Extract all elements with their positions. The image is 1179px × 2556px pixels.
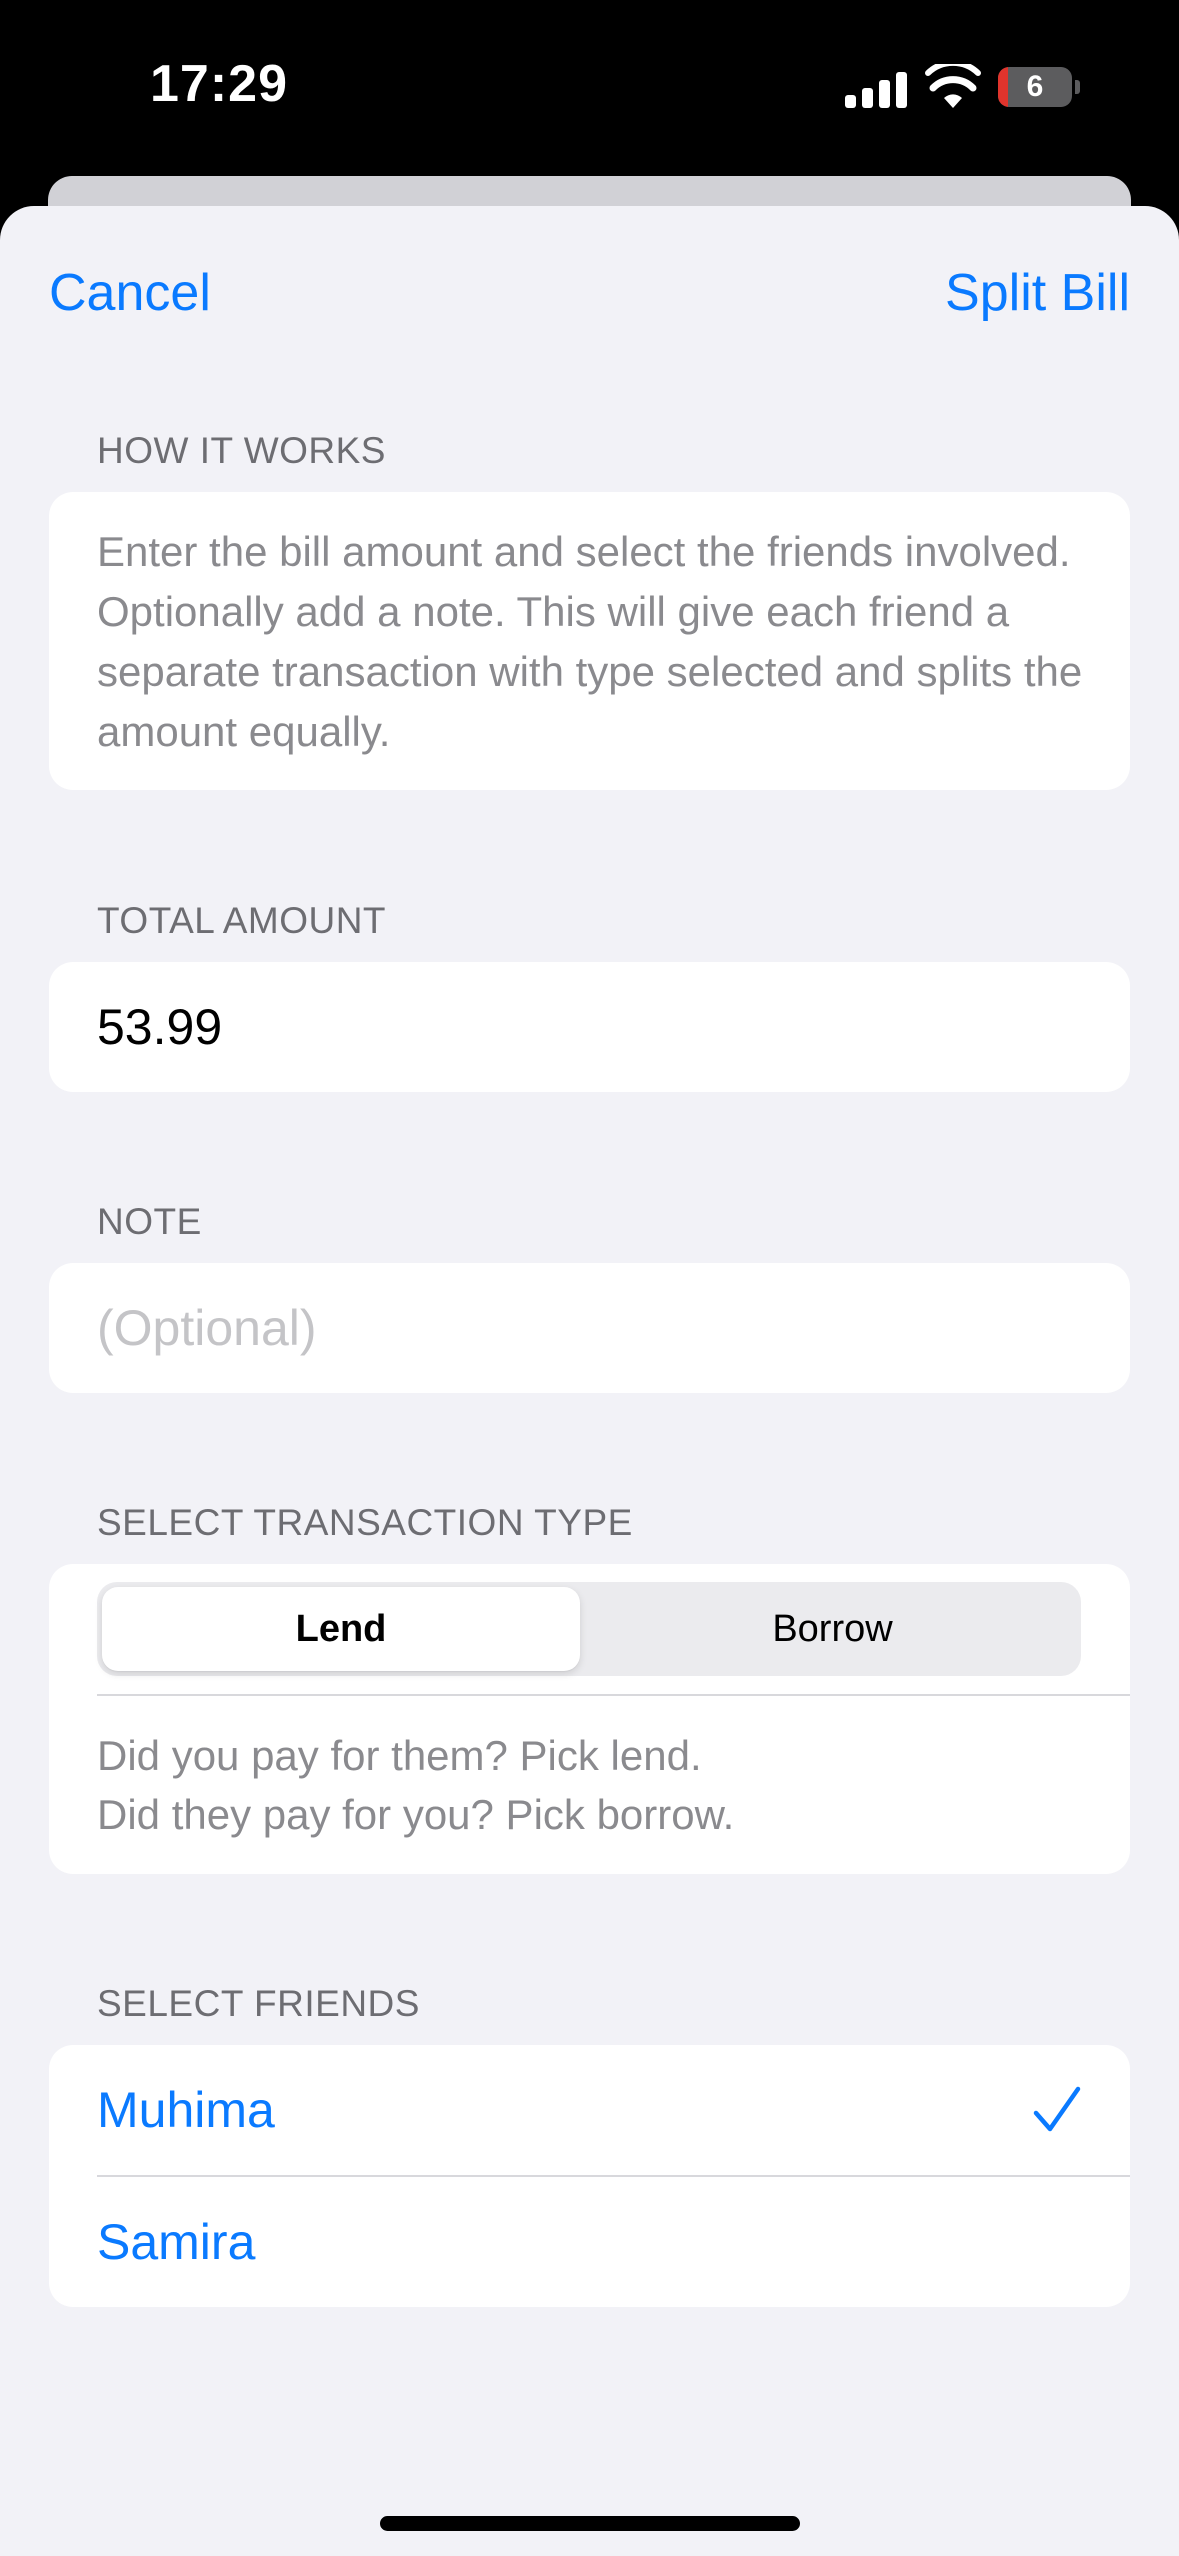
cellular-signal-icon	[845, 72, 909, 108]
home-indicator	[380, 2516, 800, 2531]
cancel-button[interactable]: Cancel	[49, 262, 211, 324]
how-it-works-text: Enter the bill amount and select the fri…	[97, 528, 1083, 755]
hint-line-borrow: Did they pay for you? Pick borrow.	[97, 1791, 735, 1838]
friends-list: Muhima Samira	[49, 2045, 1130, 2307]
friend-name: Samira	[97, 2214, 256, 2270]
battery-icon: 6	[998, 67, 1080, 107]
hint-line-lend: Did you pay for them? Pick lend.	[97, 1732, 702, 1779]
note-input[interactable]	[97, 1263, 1077, 1393]
battery-level: 6	[1026, 70, 1044, 103]
status-time: 17:29	[150, 55, 288, 113]
friend-name: Muhima	[97, 2082, 275, 2138]
total-amount-field[interactable]: 53.99	[97, 962, 222, 1092]
split-bill-sheet: Cancel Split Bill HOW IT WORKS Enter the…	[0, 206, 1179, 2556]
friend-row-samira[interactable]: Samira	[49, 2177, 1130, 2307]
transaction-type-hint: Did you pay for them? Pick lend. Did the…	[97, 1726, 1087, 1844]
note-card	[49, 1263, 1130, 1393]
select-friends-header: SELECT FRIENDS	[97, 1983, 420, 2024]
transaction-type-segmented-control[interactable]: Lend Borrow	[97, 1582, 1081, 1676]
total-amount-card: 53.99	[49, 962, 1130, 1092]
divider	[97, 1694, 1130, 1696]
total-amount-header: TOTAL AMOUNT	[97, 900, 387, 941]
note-header: NOTE	[97, 1201, 202, 1242]
segment-borrow[interactable]: Borrow	[589, 1582, 1076, 1676]
how-it-works-card: Enter the bill amount and select the fri…	[49, 492, 1130, 790]
status-bar: 17:29 6	[0, 0, 1179, 176]
friend-row-muhima[interactable]: Muhima	[49, 2045, 1130, 2175]
how-it-works-header: HOW IT WORKS	[97, 430, 386, 471]
checkmark-icon	[1033, 2086, 1081, 2132]
wifi-icon	[925, 64, 981, 108]
segment-lend[interactable]: Lend	[102, 1582, 580, 1676]
split-bill-button[interactable]: Split Bill	[945, 262, 1130, 324]
transaction-type-card: Lend Borrow Did you pay for them? Pick l…	[49, 1564, 1130, 1874]
transaction-type-header: SELECT TRANSACTION TYPE	[97, 1502, 633, 1543]
